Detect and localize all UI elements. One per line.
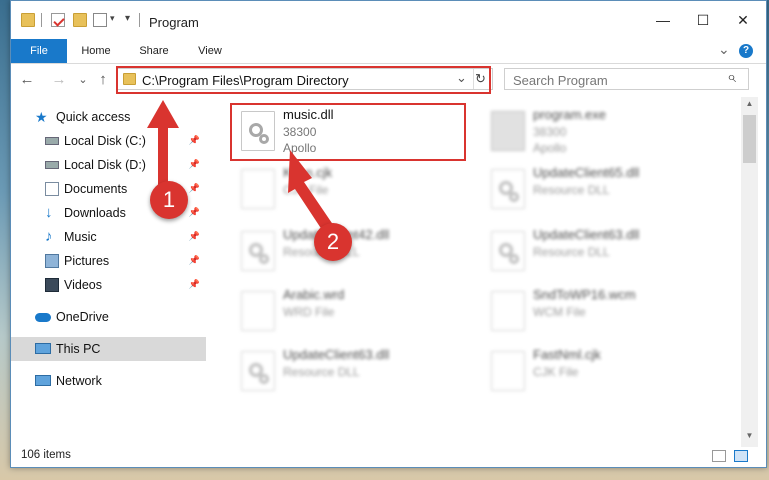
callout-arrows: [147, 100, 338, 239]
callout-badge-2: 2: [314, 223, 352, 261]
callout-badge-1: 1: [150, 181, 188, 219]
arrow-1: [147, 100, 179, 186]
